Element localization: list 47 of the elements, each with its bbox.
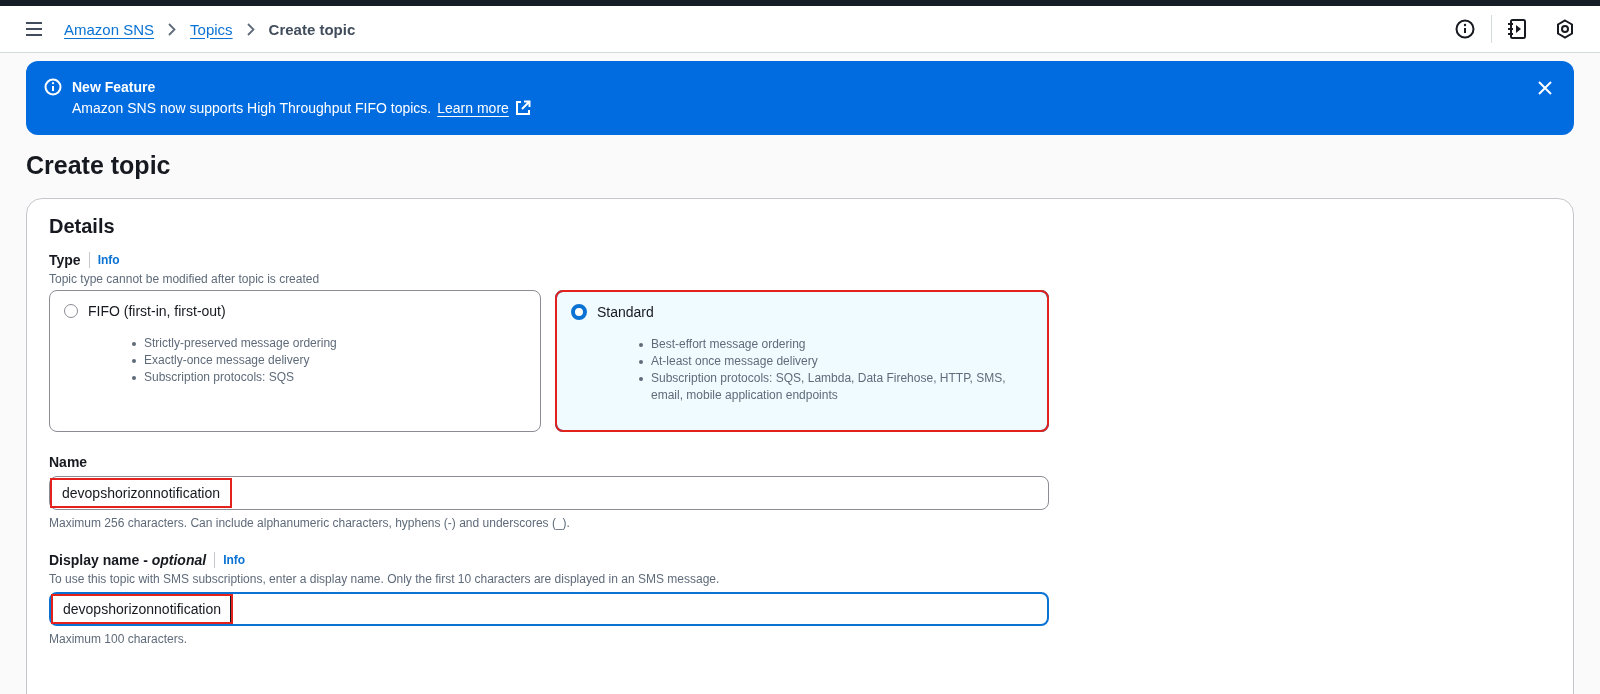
bullet-icon: [132, 376, 136, 380]
bullet-icon: [132, 342, 136, 346]
breadcrumb-current: Create topic: [268, 20, 356, 38]
option-label: Standard: [597, 304, 654, 320]
banner-title: New Feature: [72, 78, 157, 97]
field-description: Topic type cannot be modified after topic is created: [49, 272, 321, 286]
info-link[interactable]: Info: [223, 553, 246, 567]
info-icon[interactable]: [1455, 19, 1475, 39]
option-bullet: Best-effort message ordering: [651, 336, 806, 353]
bullet-icon: [639, 343, 643, 347]
close-icon[interactable]: [1538, 81, 1552, 95]
bullet-icon: [132, 359, 136, 363]
menu-icon[interactable]: [26, 22, 42, 36]
field-hint: Maximum 256 characters. Can include alphanumeric characters, hyphens (-) and underscores (_).: [49, 516, 571, 530]
page-title: Create topic: [26, 151, 172, 180]
chevron-right-icon: [246, 22, 255, 36]
chevron-right-icon: [168, 22, 177, 36]
hexagon-icon[interactable]: [1556, 19, 1574, 39]
type-option-card[interactable]: Standard Best-effort message ordering At-least once message delivery Subscription protocols: SQS, Lambda, Data Firehose, HTTP, SMS, email, mobile application endpoints: [555, 290, 1049, 432]
name-input[interactable]: devopshorizonnotification: [49, 476, 1049, 510]
field-label: Name: [49, 454, 88, 470]
field-label: Type: [49, 252, 81, 268]
banner-text: Amazon SNS now supports High Throughput FIFO topics.: [72, 99, 432, 118]
bullet-icon: [639, 360, 643, 364]
external-link-icon[interactable]: [514, 100, 531, 116]
panel-heading: Details: [49, 215, 116, 238]
notebook-icon[interactable]: [1508, 19, 1526, 39]
option-bullet: At-least once message delivery: [651, 353, 818, 370]
option-bullet: Exactly-once message delivery: [144, 352, 310, 369]
field-description: To use this topic with SMS subscriptions, enter a display name. Only the first 10 characters are displayed in an SMS message.: [49, 572, 721, 586]
input-value: devopshorizonnotification: [51, 594, 233, 624]
learn-more-link[interactable]: Learn more: [437, 97, 509, 119]
option-label: FIFO (first-in, first-out): [88, 303, 226, 319]
input-value: devopshorizonnotification: [50, 478, 232, 508]
option-bullet: Strictly-preserved message ordering: [144, 335, 337, 352]
option-bullet: Subscription protocols: SQS, Lambda, Data Firehose, HTTP, SMS, email, mobile application endpoints: [651, 370, 1007, 404]
radio-button[interactable]: [571, 304, 587, 320]
breadcrumb-link[interactable]: Topics: [190, 20, 233, 38]
type-option-card[interactable]: FIFO (first-in, first-out) Strictly-preserved message ordering Exactly-once message delivery Subscription protocols: SQS: [49, 290, 541, 432]
info-link[interactable]: Info: [97, 253, 120, 267]
breadcrumb-link[interactable]: Amazon SNS: [64, 20, 155, 38]
bullet-icon: [639, 377, 643, 381]
info-icon: [44, 78, 62, 96]
field-hint: Maximum 100 characters.: [49, 632, 189, 646]
display-name-input[interactable]: devopshorizonnotification: [49, 592, 1049, 626]
field-label: Display name - optional: [49, 552, 207, 568]
option-bullet: Subscription protocols: SQS: [144, 369, 295, 386]
